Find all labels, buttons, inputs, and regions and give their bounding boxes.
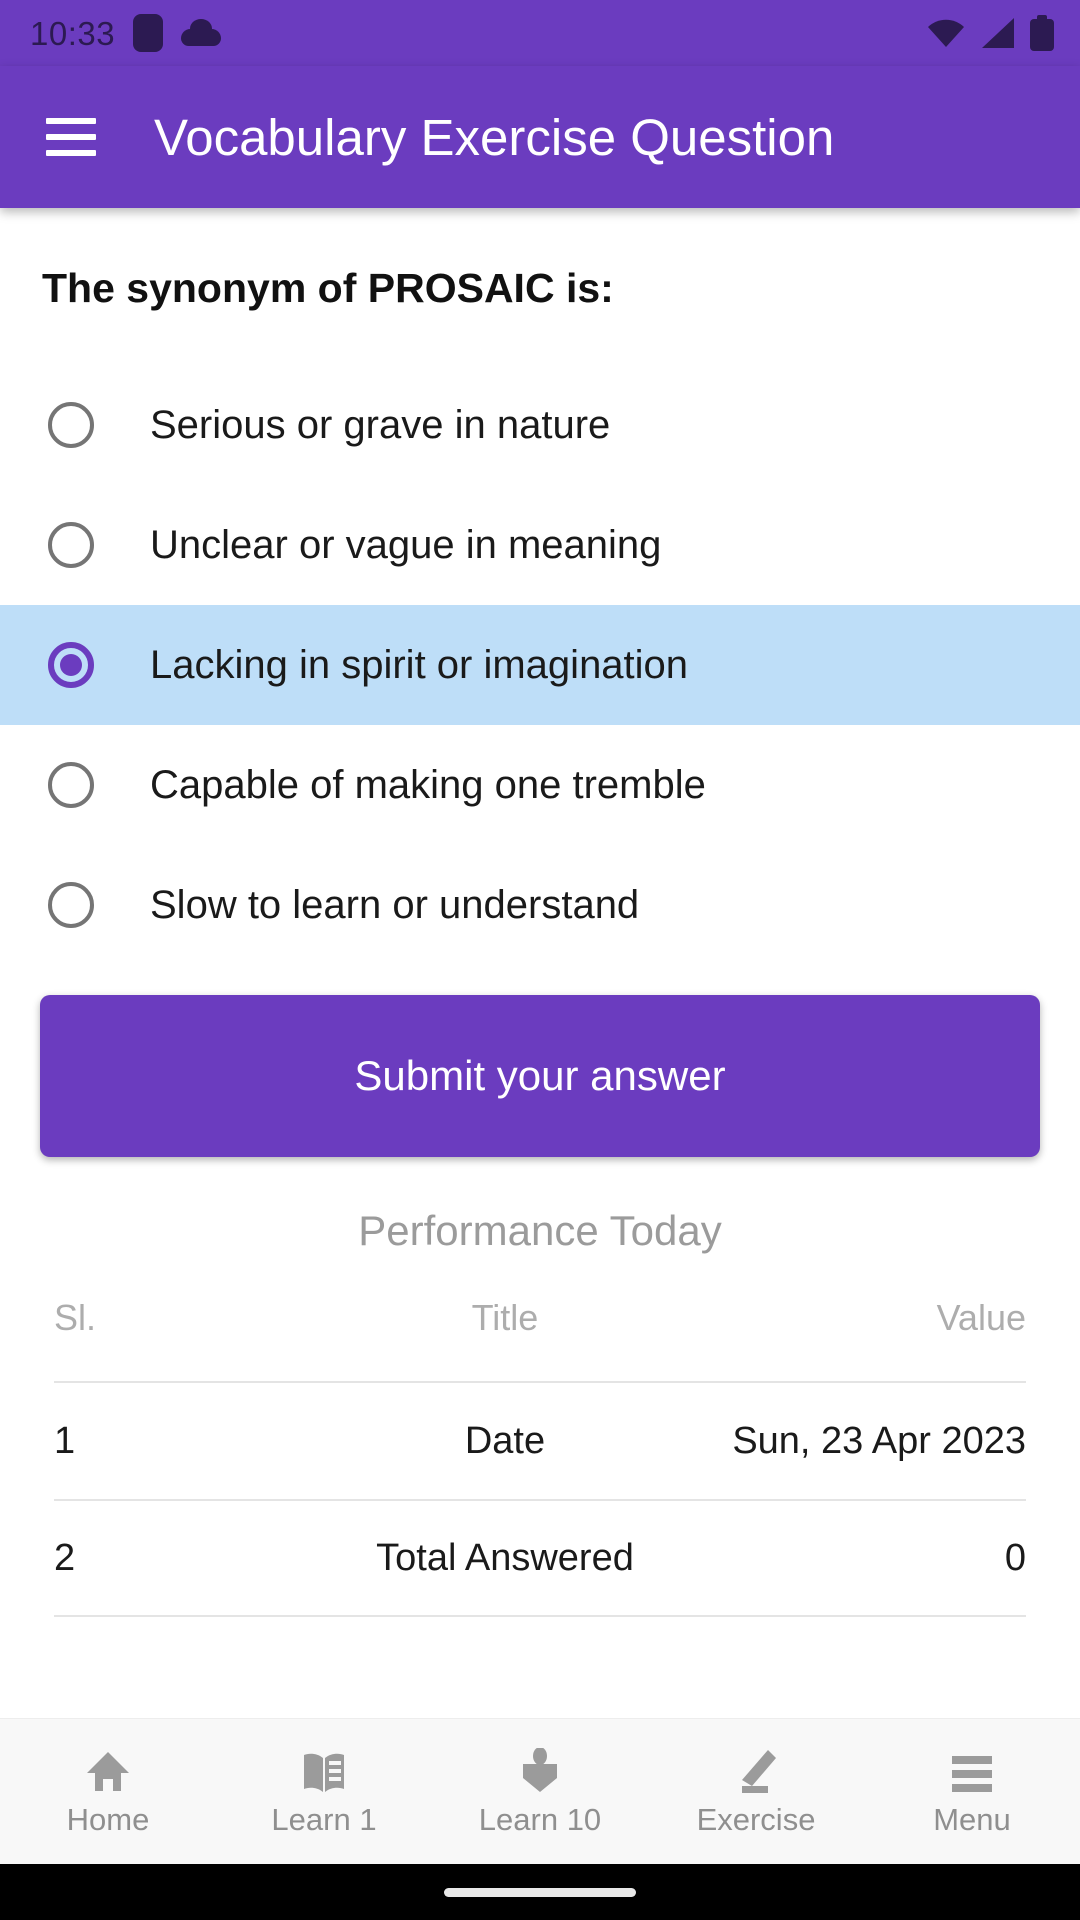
nav-label-home: Home xyxy=(66,1802,150,1837)
nav-label-menu: Menu xyxy=(933,1802,1011,1837)
cell-sl: 1 xyxy=(54,1419,76,1462)
status-bar-right xyxy=(928,15,1054,51)
option-label: Serious or grave in nature xyxy=(150,403,611,448)
cell-sl: 2 xyxy=(54,1536,76,1579)
app-bar: Vocabulary Exercise Question xyxy=(0,66,1080,208)
option-row-selected[interactable]: Lacking in spirit or imagination xyxy=(0,605,1080,726)
question-text: The synonym of PROSAIC is: xyxy=(42,265,614,311)
performance-section-title: Performance Today xyxy=(358,1207,722,1255)
radio-button-selected-icon[interactable] xyxy=(48,642,94,689)
cell-value: 0 xyxy=(1004,1536,1026,1579)
table-body: 1 Date Sun, 23 Apr 2023 2 Total Answered… xyxy=(54,1381,1026,1618)
status-bar-clock: 10:33 xyxy=(30,14,116,52)
main-content: The synonym of PROSAIC is: Serious or gr… xyxy=(0,208,1080,1920)
bottom-navigation-bar: Home Learn 1 Learn 10 Exercise Menu xyxy=(0,1718,1080,1864)
pencil-icon xyxy=(734,1748,778,1794)
option-row[interactable]: Unclear or vague in meaning xyxy=(0,485,1080,605)
home-icon xyxy=(85,1748,131,1794)
home-indicator-pill[interactable] xyxy=(444,1887,636,1897)
column-header-title: Title xyxy=(471,1297,539,1339)
option-label: Unclear or vague in meaning xyxy=(150,523,662,568)
hamburger-menu-icon xyxy=(950,1748,994,1794)
system-home-indicator-bar xyxy=(0,1864,1080,1920)
option-label: Capable of making one tremble xyxy=(150,763,706,808)
cloud-icon xyxy=(181,19,222,46)
status-bar: 10:33 xyxy=(0,0,1080,66)
battery-icon xyxy=(1030,15,1054,51)
table-row: 1 Date Sun, 23 Apr 2023 xyxy=(54,1381,1026,1499)
cell-title: Date xyxy=(464,1419,546,1462)
submit-answer-button[interactable]: Submit your answer xyxy=(40,995,1040,1158)
table-row: 2 Total Answered 0 xyxy=(54,1499,1026,1618)
hamburger-menu-icon[interactable] xyxy=(46,118,96,156)
page-title: Vocabulary Exercise Question xyxy=(154,108,835,166)
column-header-sl: Sl. xyxy=(54,1297,97,1339)
radio-button-icon[interactable] xyxy=(48,402,94,449)
nav-item-learn-10[interactable]: Learn 10 xyxy=(432,1748,648,1835)
radio-button-icon[interactable] xyxy=(48,762,94,809)
performance-table: Sl. Title Value 1 Date Sun, 23 Apr 2023 … xyxy=(0,1297,1080,1618)
signal-icon xyxy=(982,18,1014,48)
radio-button-icon[interactable] xyxy=(48,882,94,929)
cell-value: Sun, 23 Apr 2023 xyxy=(732,1419,1026,1462)
option-label: Slow to learn or understand xyxy=(150,883,640,928)
nav-item-learn-1[interactable]: Learn 1 xyxy=(216,1748,432,1835)
option-label: Lacking in spirit or imagination xyxy=(150,643,689,688)
radio-button-icon[interactable] xyxy=(48,522,94,569)
nav-label-exercise: Exercise xyxy=(696,1802,816,1837)
table-header-row: Sl. Title Value xyxy=(54,1297,1026,1381)
submit-area: Submit your answer xyxy=(0,965,1080,1158)
options-list: Serious or grave in nature Unclear or va… xyxy=(0,365,1080,965)
app-badge-icon xyxy=(133,14,164,52)
option-row[interactable]: Serious or grave in nature xyxy=(0,365,1080,485)
nav-label-learn-1: Learn 1 xyxy=(271,1802,377,1837)
cell-title: Total Answered xyxy=(376,1536,634,1579)
wifi-icon xyxy=(928,19,964,47)
open-book-icon xyxy=(301,1748,347,1794)
nav-label-learn-10: Learn 10 xyxy=(478,1802,602,1837)
nav-item-exercise[interactable]: Exercise xyxy=(648,1748,864,1835)
nav-item-menu[interactable]: Menu xyxy=(864,1748,1080,1835)
column-header-value: Value xyxy=(936,1297,1026,1339)
status-bar-left: 10:33 xyxy=(30,14,222,52)
phone-screen: 10:33 Vocabulary Exercise Question The s… xyxy=(0,0,1080,1920)
option-row[interactable]: Slow to learn or understand xyxy=(0,845,1080,965)
bookmark-book-icon xyxy=(517,1748,563,1794)
option-row[interactable]: Capable of making one tremble xyxy=(0,725,1080,845)
nav-item-home[interactable]: Home xyxy=(0,1748,216,1835)
